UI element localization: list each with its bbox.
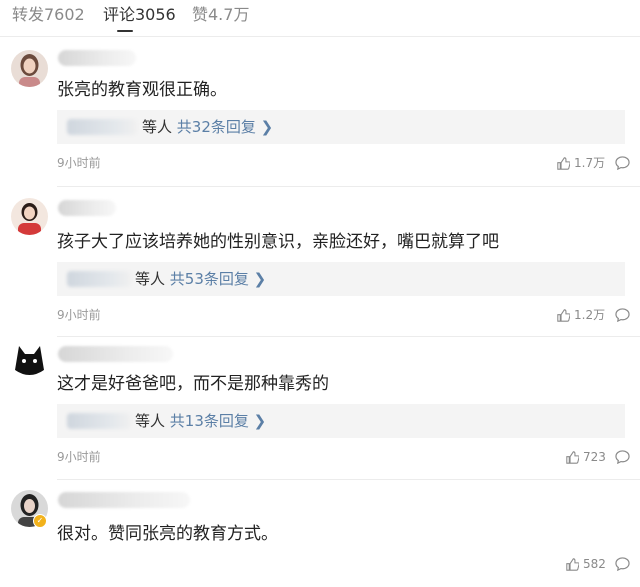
comment-bubble-icon[interactable] (615, 156, 630, 170)
view-replies-link[interactable]: 共13条回复 (170, 412, 249, 430)
reply-users-redacted (67, 119, 137, 135)
comment-time: 9小时前 (57, 156, 101, 170)
reply-preview[interactable]: 等人 共53条回复 ❯ (57, 262, 625, 296)
like-count: 723 (583, 450, 606, 464)
divider (57, 479, 640, 480)
view-replies-link[interactable]: 共53条回复 (170, 270, 249, 288)
comment-time: 9小时前 (57, 450, 101, 464)
like-count: 1.7万 (574, 156, 606, 170)
avatar[interactable] (11, 50, 48, 87)
comment-bubble-icon[interactable] (615, 308, 630, 322)
thumbs-up-icon (557, 308, 570, 322)
comment-text: 很对。赞同张亮的教育方式。 (57, 524, 278, 544)
comment-bubble-icon[interactable] (615, 557, 630, 571)
like-count: 1.2万 (574, 308, 606, 322)
username-redacted[interactable] (58, 346, 173, 362)
active-tab-indicator (117, 30, 133, 32)
chevron-right-icon: ❯ (260, 118, 274, 136)
tab-reposts[interactable]: 转发7602 (12, 4, 85, 26)
comment-bubble-icon[interactable] (615, 450, 630, 464)
avatar[interactable] (11, 198, 48, 235)
comment-text: 张亮的教育观很正确。 (57, 80, 227, 100)
tab-comments[interactable]: 评论3056 (103, 4, 176, 26)
verified-badge-icon: ✓ (33, 514, 47, 528)
reply-others-label: 等人 (135, 412, 166, 430)
chevron-right-icon: ❯ (253, 412, 267, 430)
reply-others-label: 等人 (135, 270, 166, 288)
username-redacted[interactable] (58, 50, 136, 66)
divider (57, 336, 640, 337)
tab-likes[interactable]: 赞4.7万 (192, 4, 249, 26)
reply-users-redacted (67, 413, 131, 429)
like-button[interactable]: 723 (566, 449, 606, 465)
reply-others-label: 等人 (142, 118, 173, 136)
chevron-right-icon: ❯ (253, 270, 267, 288)
comment-text: 孩子大了应该培养她的性别意识，亲脸还好，嘴巴就算了吧 (57, 232, 499, 252)
comment-time: 9小时前 (57, 308, 101, 322)
like-button[interactable]: 1.2万 (557, 307, 605, 323)
username-redacted[interactable] (58, 492, 190, 508)
like-button[interactable]: 1.7万 (557, 155, 605, 171)
reply-users-redacted (67, 271, 131, 287)
like-count: 582 (583, 557, 606, 571)
username-redacted[interactable] (58, 200, 116, 216)
reply-preview[interactable]: 等人 共32条回复 ❯ (57, 110, 625, 144)
comment-text: 这才是好爸爸吧，而不是那种靠秀的 (57, 374, 329, 394)
avatar[interactable] (11, 340, 48, 377)
divider (57, 186, 640, 187)
thumbs-up-icon (566, 450, 579, 464)
thumbs-up-icon (557, 156, 570, 170)
like-button[interactable]: 582 (566, 556, 606, 572)
thumbs-up-icon (566, 557, 579, 571)
comment-tabs: 转发7602 评论3056 赞4.7万 (0, 0, 640, 37)
reply-preview[interactable]: 等人 共13条回复 ❯ (57, 404, 625, 438)
view-replies-link[interactable]: 共32条回复 (177, 118, 256, 136)
